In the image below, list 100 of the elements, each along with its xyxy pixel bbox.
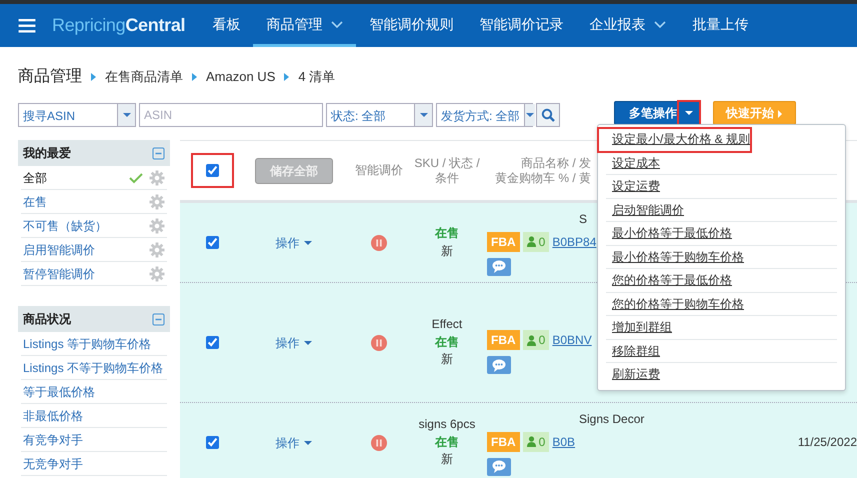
sku-text: signs 6pcs — [418, 416, 476, 434]
status-text: 在售 — [435, 434, 459, 451]
sidebar-item[interactable]: 启用智能调价 — [21, 238, 167, 262]
condition-text: 新 — [441, 451, 453, 468]
select-all-checkbox[interactable] — [206, 164, 218, 177]
caret-icon — [684, 109, 694, 117]
menu-item[interactable]: 设定成本 — [606, 152, 837, 175]
asin-link[interactable]: B0BNV — [552, 331, 592, 349]
chevron-icon — [283, 72, 290, 82]
chevron-icon — [90, 72, 97, 82]
nav-tab[interactable]: 看板 — [199, 4, 254, 47]
caret-icon — [302, 439, 313, 448]
breadcrumb-link[interactable]: 4 清单 — [298, 66, 336, 86]
menu-item[interactable]: 最小价格等于购物车价格 — [606, 246, 837, 269]
condition-text: 新 — [441, 242, 453, 260]
row-checkbox[interactable] — [206, 336, 218, 349]
comment-button[interactable] — [487, 356, 511, 374]
column-header: 智能调价 — [355, 163, 403, 178]
bulk-action-button[interactable]: 多笔操作 — [614, 101, 700, 125]
pause-icon — [371, 334, 387, 350]
person-icon — [526, 236, 536, 247]
action-dropdown[interactable]: 操作 — [275, 234, 313, 252]
fulfillment-badge: FBA — [487, 330, 520, 350]
gear-icon[interactable] — [149, 170, 165, 186]
sidebar-item[interactable]: 等于最低价格 — [21, 380, 167, 404]
fulfillment-badge: FBA — [487, 432, 520, 452]
menu-item[interactable]: 设定运费 — [606, 175, 837, 198]
chat-icon — [492, 358, 506, 372]
condition-text: 新 — [441, 351, 453, 368]
sidebar-item[interactable]: 全部 — [21, 166, 167, 190]
pause-icon — [371, 234, 387, 250]
comment-button[interactable] — [487, 458, 511, 476]
sidebar-item[interactable]: 非最低价格 — [21, 404, 167, 428]
person-icon — [526, 436, 536, 447]
pause-icon — [371, 434, 387, 450]
sku-text: Effect — [432, 316, 462, 334]
gear-icon[interactable] — [149, 218, 165, 234]
collapse-icon[interactable] — [152, 146, 165, 160]
gear-icon[interactable] — [149, 242, 165, 258]
caret-icon — [418, 111, 428, 119]
nav-tab[interactable]: 商品管理 — [253, 4, 356, 47]
filter-dropdown[interactable]: 状态: 全部 — [326, 103, 433, 127]
chat-icon — [492, 460, 506, 473]
sidebar-item[interactable]: 有竞争对手 — [21, 428, 167, 452]
caret-icon — [524, 111, 535, 119]
collapse-icon[interactable] — [152, 312, 165, 326]
filter-dropdown[interactable]: 发货方式: 全部 — [436, 103, 533, 127]
app-logo[interactable]: RepricingCentral — [52, 12, 186, 39]
breadcrumb-link[interactable]: Amazon US — [206, 66, 276, 86]
gear-icon[interactable] — [149, 266, 165, 282]
sidebar-item[interactable]: Listings 不等于购物车价格 — [21, 356, 167, 380]
gear-icon[interactable] — [149, 194, 165, 210]
menu-item[interactable]: 增加到群组 — [606, 316, 837, 340]
offer-count-badge: 0 — [522, 330, 550, 350]
offer-count-badge: 0 — [522, 232, 550, 252]
caret-icon — [302, 339, 313, 348]
comment-button[interactable] — [487, 258, 511, 276]
product-name: S — [579, 212, 588, 226]
sidebar-item[interactable]: Listings 等于购物车价格 — [21, 332, 167, 356]
offer-count-badge: 0 — [522, 432, 550, 452]
chevron-icon — [191, 72, 198, 82]
caret-icon — [777, 108, 784, 119]
search-field[interactable]: ASIN — [139, 103, 323, 127]
row-checkbox[interactable] — [206, 236, 218, 249]
nav-tab[interactable]: 智能调价记录 — [466, 4, 576, 47]
column-header: SKU / 状态 / 条件 — [414, 156, 480, 186]
asin-link[interactable]: B0BP84 — [552, 232, 596, 250]
product-name: Signs Decor — [579, 412, 644, 426]
check-icon — [129, 172, 143, 184]
fulfillment-badge: FBA — [487, 232, 520, 252]
menu-item[interactable]: 设定最小/最大价格 & 规则 — [598, 128, 751, 152]
section-title: 商品状况 — [23, 311, 71, 328]
status-text: 在售 — [435, 225, 459, 242]
nav-tab[interactable]: 智能调价规则 — [356, 4, 466, 47]
filter-dropdown[interactable]: 搜寻ASIN — [18, 103, 136, 127]
sidebar-item[interactable]: 无竞争对手 — [21, 452, 167, 476]
action-dropdown[interactable]: 操作 — [275, 334, 313, 352]
asin-link[interactable]: B0B — [552, 432, 576, 450]
sidebar-item[interactable]: 不可售（缺货） — [21, 214, 167, 238]
menu-item[interactable]: 您的价格等于购物车价格 — [606, 292, 837, 316]
menu-item[interactable]: 移除群组 — [606, 340, 837, 363]
menu-item[interactable]: 最小价格等于最低价格 — [606, 222, 837, 246]
menu-item[interactable]: 您的价格等于最低价格 — [606, 269, 837, 292]
menu-item[interactable]: 刷新运费 — [606, 363, 837, 386]
caret-icon — [122, 111, 132, 119]
column-header: 黄金购物车 % / 黄 — [494, 170, 591, 186]
nav-tab[interactable]: 批量上传 — [679, 4, 762, 47]
nav-tab[interactable]: 企业报表 — [576, 4, 680, 47]
menu-item[interactable]: 启动智能调价 — [606, 198, 837, 222]
breadcrumb-link[interactable]: 在售商品清单 — [105, 66, 183, 86]
date-text: 11/25/2022 — [798, 434, 857, 450]
page-title: 商品管理 — [18, 66, 82, 86]
row-checkbox[interactable] — [206, 436, 218, 449]
sidebar-item[interactable]: 暂停智能调价 — [21, 262, 167, 286]
action-dropdown[interactable]: 操作 — [275, 434, 313, 452]
sidebar-item[interactable]: 在售 — [21, 190, 167, 214]
search-button[interactable] — [536, 103, 560, 127]
menu-icon[interactable] — [18, 18, 36, 32]
person-icon — [526, 334, 536, 346]
chat-icon — [492, 260, 506, 273]
